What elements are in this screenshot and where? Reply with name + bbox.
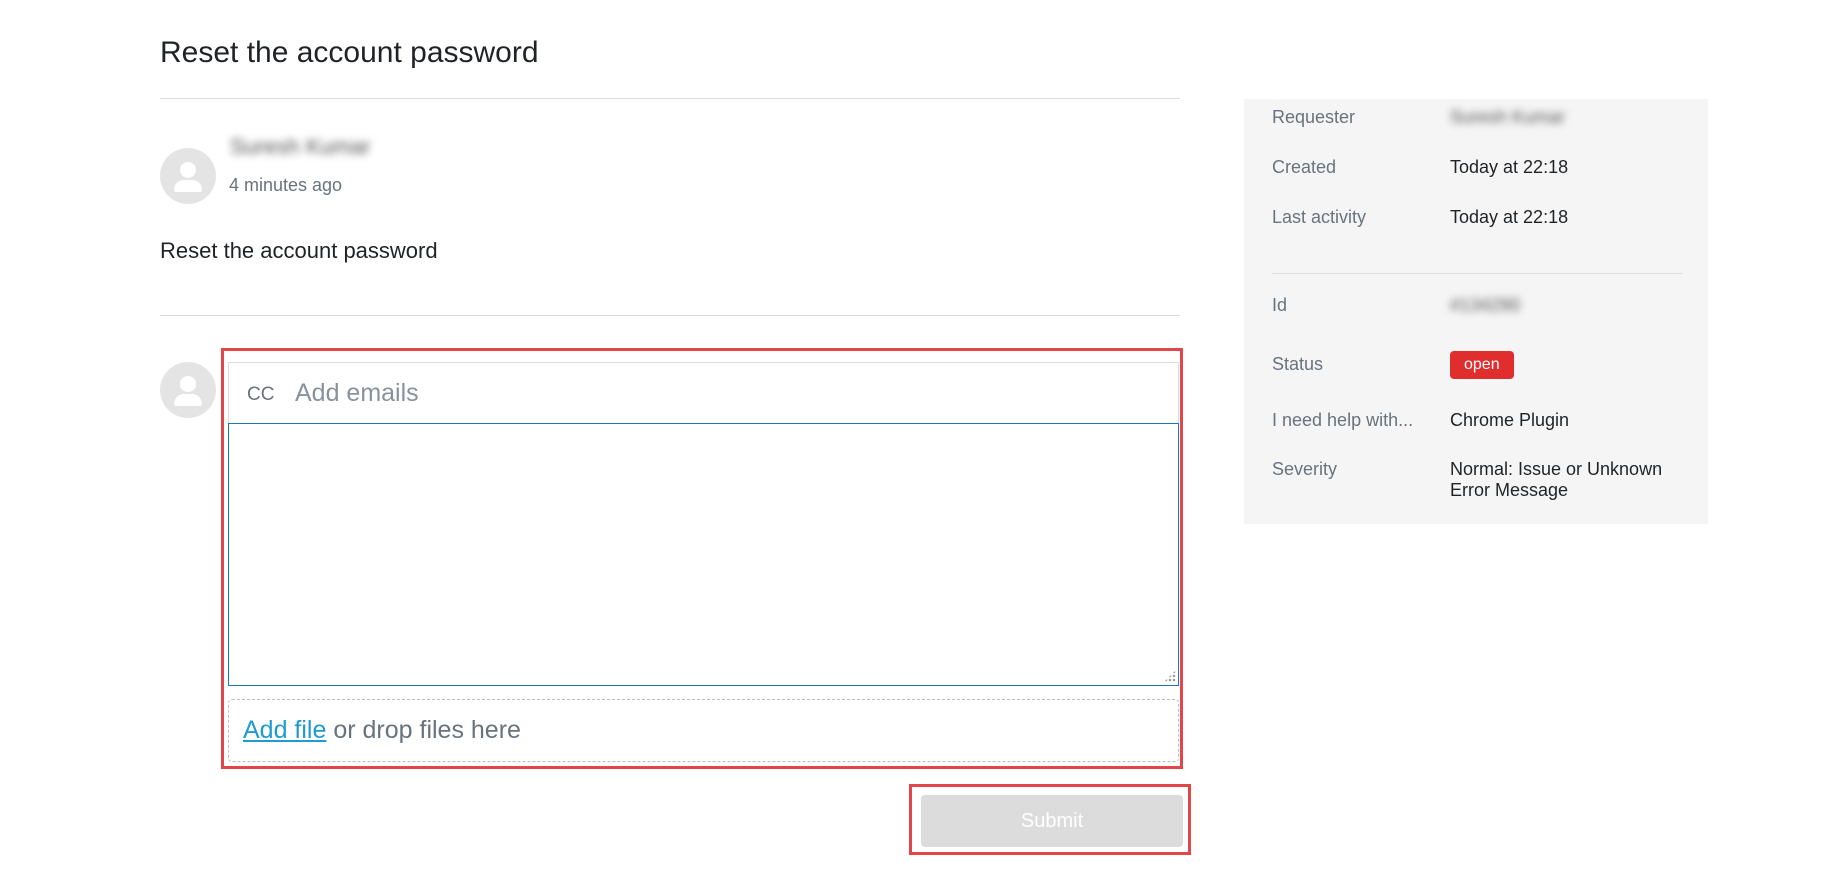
avatar-head-shape	[180, 376, 196, 392]
created-label: Created	[1272, 157, 1337, 177]
sidebar-divider	[1272, 273, 1682, 274]
file-upload-dropzone[interactable]: Add file or drop files here	[228, 699, 1179, 762]
comment-timestamp: 4 minutes ago	[229, 175, 343, 195]
severity-value: Normal: Issue or Unknown Error Message	[1450, 459, 1663, 500]
avatar-head-shape	[180, 162, 196, 178]
comment-divider	[160, 315, 1180, 316]
requester-label: Requester	[1272, 107, 1356, 127]
page-title: Reset the account password	[160, 36, 539, 69]
created-value: Today at 22:18	[1450, 157, 1569, 177]
help-topic-value: Chrome Plugin	[1450, 410, 1570, 430]
avatar-body-shape	[174, 394, 202, 406]
id-value: #134290	[1450, 295, 1521, 315]
last-activity-label: Last activity	[1272, 207, 1367, 227]
submit-button[interactable]: Submit	[921, 795, 1183, 847]
cc-field: CC	[228, 362, 1179, 424]
comment-author-name: Suresh Kumar	[230, 134, 371, 159]
reply-avatar-icon	[160, 362, 216, 418]
reply-textarea[interactable]	[228, 423, 1179, 686]
title-divider	[160, 98, 1180, 99]
severity-label: Severity	[1272, 459, 1338, 479]
comment-body: Reset the account password	[160, 238, 438, 263]
add-file-link[interactable]: Add file	[243, 716, 326, 744]
help-topic-label: I need help with...	[1272, 410, 1414, 430]
avatar-body-shape	[174, 180, 202, 192]
request-page: Reset the account password Suresh Kumar …	[0, 0, 1840, 878]
drop-files-text: or drop files here	[326, 716, 521, 744]
id-label: Id	[1272, 295, 1288, 315]
upload-instructions: Add file or drop files here	[243, 716, 521, 745]
cc-label: CC	[247, 384, 275, 405]
last-activity-value: Today at 22:18	[1450, 207, 1569, 227]
request-details-sidebar: Requester Suresh Kumar Created Today at …	[1244, 99, 1708, 524]
avatar-icon	[160, 148, 216, 204]
status-badge: open	[1450, 351, 1514, 379]
requester-value: Suresh Kumar	[1450, 107, 1566, 127]
cc-email-input[interactable]	[293, 373, 1153, 413]
status-label: Status	[1272, 354, 1324, 374]
